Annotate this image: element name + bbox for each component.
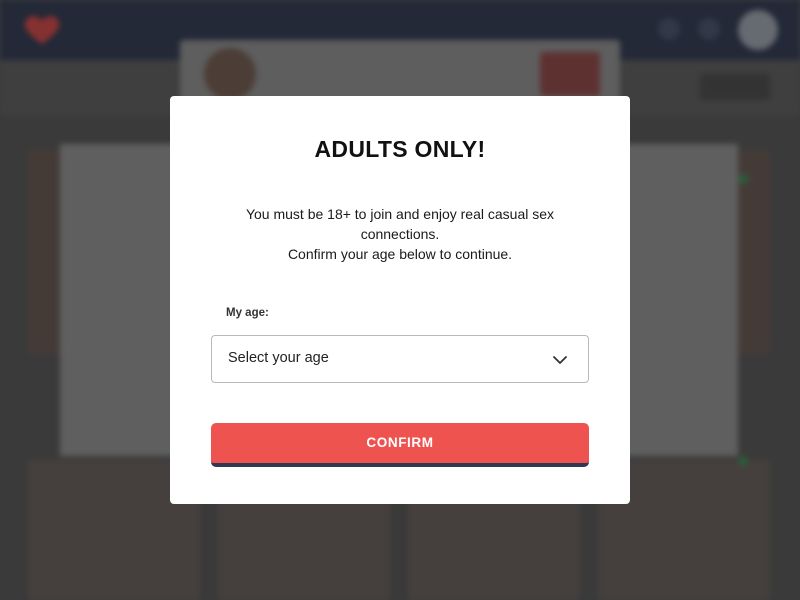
chevron-down-icon [552,352,568,368]
modal-description-line: connections. [360,226,440,242]
modal-title: ADULTS ONLY! [314,136,486,162]
modal-description-line: Confirm your age below to continue. [287,246,513,262]
confirm-button[interactable]: CONFIRM [211,423,589,467]
age-select[interactable]: Select your age [211,335,589,383]
modal-description-line: You must be 18+ to join and enjoy real c… [245,206,555,222]
age-select-value: Select your age [228,350,329,366]
age-label: My age: [226,307,269,319]
modal-description: You must be 18+ to join and enjoy real c… [230,204,570,264]
